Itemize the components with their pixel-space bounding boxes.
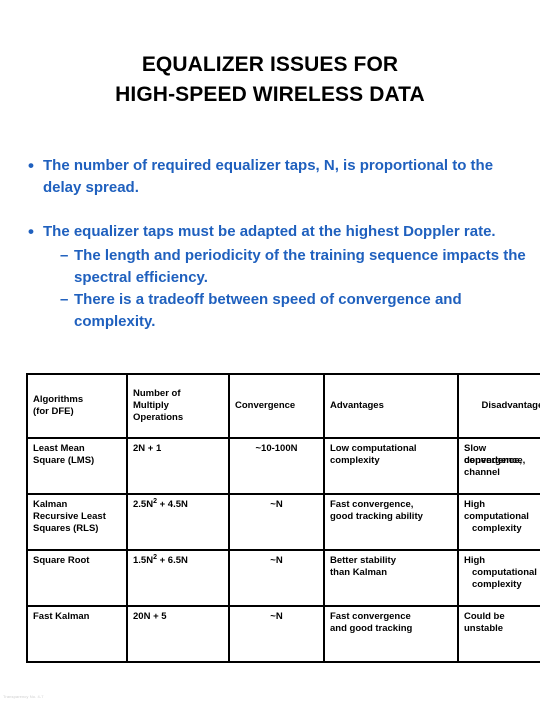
table-row: Fast Kalman 20N + 5 ~N Fast convergence … xyxy=(26,605,540,663)
page-title-line-2: HIGH-SPEED WIRELESS DATA xyxy=(115,83,425,106)
cell-operations: 20N + 5 xyxy=(126,605,230,663)
cell-operations-prefix: 2N + 1 xyxy=(133,443,162,454)
cell-algorithm-line-3: Squares (RLS) xyxy=(33,523,99,534)
cell-algorithm: Least Mean Square (LMS) xyxy=(26,437,128,495)
cell-algorithm-line-1: Square Root xyxy=(33,555,90,566)
column-header-algorithms-line-1: Algorithms xyxy=(33,394,84,405)
cell-advantages: Low computational complexity xyxy=(323,437,459,495)
column-header-disadvantages: Disadvantages xyxy=(457,373,540,439)
table-header-row: Algorithms (for DFE) Number of Multiply … xyxy=(26,373,540,439)
equalizer-algorithms-table: Algorithms (for DFE) Number of Multiply … xyxy=(26,373,540,663)
cell-disadvantages: High computational complexity xyxy=(457,493,540,551)
cell-advantages: Fast convergence and good tracking xyxy=(323,605,459,663)
cell-disadvantages-line-1: Could be xyxy=(464,611,505,622)
bullet-marker-icon: • xyxy=(28,222,34,241)
cell-algorithm: Square Root xyxy=(26,549,128,607)
cell-algorithm-line-1: Least Mean xyxy=(33,443,85,454)
column-header-algorithms-line-2: (for DFE) xyxy=(33,406,74,417)
column-header-operations: Number of Multiply Operations xyxy=(126,373,230,439)
cell-disadvantages-overlap-b: dependence, xyxy=(464,455,523,466)
cell-advantages-line-1: Better stability xyxy=(330,555,396,566)
dash-marker-icon: – xyxy=(60,247,69,264)
sub-bullet-item-2-text: There is a tradeoff between speed of con… xyxy=(74,291,462,330)
cell-disadvantages: Slow convergence, dependence, channel xyxy=(457,437,540,495)
cell-disadvantages-line-2: computational xyxy=(472,567,537,578)
bullet-item-2: • The equalizer taps must be adapted at … xyxy=(28,221,528,243)
column-header-operations-line-2: Multiply xyxy=(133,400,169,411)
column-header-operations-line-1: Number of xyxy=(133,388,181,399)
cell-operations-prefix: 1.5N xyxy=(133,555,154,566)
page-title: EQUALIZER ISSUES FOR HIGH-SPEED WIRELESS… xyxy=(0,50,540,110)
column-header-advantages: Advantages xyxy=(323,373,459,439)
cell-convergence: ~N xyxy=(228,549,325,607)
cell-operations: 2.5N2 + 4.5N xyxy=(126,493,230,551)
dash-marker-icon: – xyxy=(60,291,69,308)
cell-operations-suffix: + 4.5N xyxy=(156,499,188,510)
bullet-item-1: • The number of required equalizer taps,… xyxy=(28,155,528,199)
sub-bullet-item-1: – The length and periodicity of the trai… xyxy=(60,245,528,289)
cell-algorithm-line-1: Kalman xyxy=(33,499,68,510)
table-row: Square Root 1.5N2 + 6.5N ~N Better stabi… xyxy=(26,549,540,607)
column-header-convergence: Convergence xyxy=(228,373,325,439)
cell-advantages-line-2: and good tracking xyxy=(330,623,413,634)
bullet-spacer xyxy=(28,199,528,221)
cell-disadvantages-line-1: High xyxy=(464,555,486,566)
cell-disadvantages: Could be unstable xyxy=(457,605,540,663)
column-header-operations-line-3: Operations xyxy=(133,412,184,423)
page-title-line-1: EQUALIZER ISSUES FOR xyxy=(141,53,399,76)
sub-bullet-item-2: – There is a tradeoff between speed of c… xyxy=(60,289,528,333)
bullet-item-2-text: The equalizer taps must be adapted at th… xyxy=(43,223,496,240)
bullet-item-1-text: The number of required equalizer taps, N… xyxy=(43,157,494,196)
cell-algorithm-line-1: Fast Kalman xyxy=(33,611,90,622)
cell-advantages-line-2: good tracking ability xyxy=(330,511,423,522)
cell-disadvantages-line-1: Slow xyxy=(464,443,487,454)
footer-note: Transparency No. 4-7 xyxy=(3,694,44,699)
cell-advantages-line-1: Fast convergence, xyxy=(330,499,414,510)
sub-bullet-list: – The length and periodicity of the trai… xyxy=(28,245,528,333)
cell-disadvantages-line-2: computational xyxy=(464,511,529,522)
bullet-list: • The number of required equalizer taps,… xyxy=(28,155,528,333)
cell-operations: 2N + 1 xyxy=(126,437,230,495)
cell-disadvantages-line-3: complexity xyxy=(472,523,522,534)
cell-advantages: Better stability than Kalman xyxy=(323,549,459,607)
table-row: Kalman Recursive Least Squares (RLS) 2.5… xyxy=(26,493,540,551)
cell-algorithm: Kalman Recursive Least Squares (RLS) xyxy=(26,493,128,551)
cell-convergence: ~N xyxy=(228,605,325,663)
cell-operations-suffix: + 6.5N xyxy=(156,555,188,566)
cell-advantages: Fast convergence, good tracking ability xyxy=(323,493,459,551)
cell-convergence: ~10-100N xyxy=(228,437,325,495)
cell-disadvantages-line-2: unstable xyxy=(464,623,504,634)
cell-convergence: ~N xyxy=(228,493,325,551)
cell-algorithm: Fast Kalman xyxy=(26,605,128,663)
table-row: Least Mean Square (LMS) 2N + 1 ~10-100N … xyxy=(26,437,540,495)
sub-bullet-item-1-text: The length and periodicity of the traini… xyxy=(74,247,526,286)
cell-disadvantages-line-2: channel xyxy=(464,467,500,478)
cell-disadvantages-overlap: convergence, dependence, xyxy=(464,455,540,467)
cell-algorithm-line-2: Square (LMS) xyxy=(33,455,95,466)
cell-disadvantages: High computational complexity xyxy=(457,549,540,607)
cell-disadvantages-line-3: complexity xyxy=(472,579,522,590)
cell-advantages-line-1: Fast convergence xyxy=(330,611,411,622)
cell-disadvantages-line-1: High xyxy=(464,499,486,510)
cell-operations-prefix: 2.5N xyxy=(133,499,154,510)
cell-algorithm-line-2: Recursive Least xyxy=(33,511,106,522)
cell-operations-prefix: 20N + 5 xyxy=(133,611,167,622)
cell-advantages-line-2: than Kalman xyxy=(330,567,388,578)
cell-operations: 1.5N2 + 6.5N xyxy=(126,549,230,607)
bullet-marker-icon: • xyxy=(28,156,34,175)
cell-advantages-line-1: Low computational xyxy=(330,443,417,454)
column-header-algorithms: Algorithms (for DFE) xyxy=(26,373,128,439)
cell-advantages-line-2: complexity xyxy=(330,455,380,466)
